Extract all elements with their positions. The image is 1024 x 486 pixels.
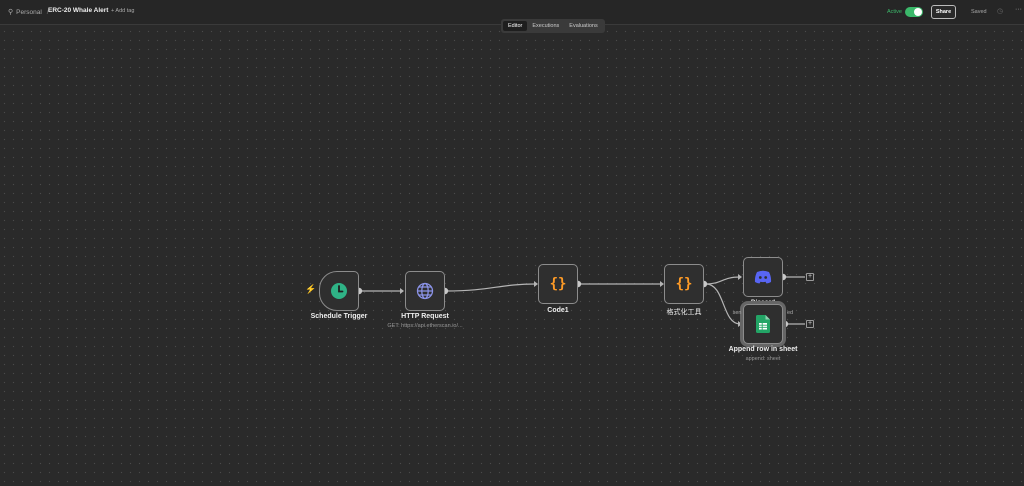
- overlap-text-right: ed: [786, 310, 794, 316]
- view-tabs: Editor Executions Evaluations: [501, 19, 605, 33]
- globe-icon: [416, 282, 434, 300]
- tab-evaluations[interactable]: Evaluations: [564, 21, 602, 31]
- node-label-schedule: Schedule Trigger: [310, 313, 368, 320]
- connection-format-discord: [705, 276, 741, 285]
- node-http-request[interactable]: [405, 271, 445, 311]
- code-braces-icon: {}: [675, 276, 693, 292]
- tab-executions[interactable]: Executions: [527, 21, 564, 31]
- node-label-http: HTTP Request: [401, 313, 449, 320]
- connection-format-sheets: [705, 283, 741, 325]
- trigger-bolt-icon: ⚡: [305, 284, 317, 294]
- connection-http-code1: [445, 283, 536, 292]
- tab-editor[interactable]: Editor: [503, 21, 528, 31]
- arrow-discord-input: [738, 274, 742, 280]
- node-label-sheets: Append row in sheet: [728, 346, 798, 353]
- node-schedule-trigger[interactable]: [319, 271, 359, 311]
- node-label-format: 格式化工具: [666, 309, 702, 316]
- node-append-sheet[interactable]: [743, 304, 783, 344]
- node-discord[interactable]: [743, 257, 783, 297]
- code-braces-icon: {}: [549, 276, 567, 292]
- google-sheets-icon: [756, 315, 770, 333]
- clock-icon: [331, 283, 347, 299]
- arrow-sheets-input: [738, 321, 742, 327]
- node-code1[interactable]: {}: [538, 264, 578, 304]
- arrow-http-input: [400, 288, 404, 294]
- add-node-after-sheets-button[interactable]: +: [806, 320, 814, 328]
- discord-icon: [754, 270, 772, 284]
- node-subtitle-http: GET: https://api.etherscan.io/...: [387, 323, 463, 329]
- connections-layer: [355, 273, 805, 328]
- node-label-code1: Code1: [547, 307, 569, 314]
- add-node-after-discord-button[interactable]: +: [806, 273, 814, 281]
- overlap-text-left: sen: [732, 310, 742, 316]
- node-subtitle-sheets: append: sheet: [745, 356, 781, 362]
- node-format-tool[interactable]: {}: [664, 264, 704, 304]
